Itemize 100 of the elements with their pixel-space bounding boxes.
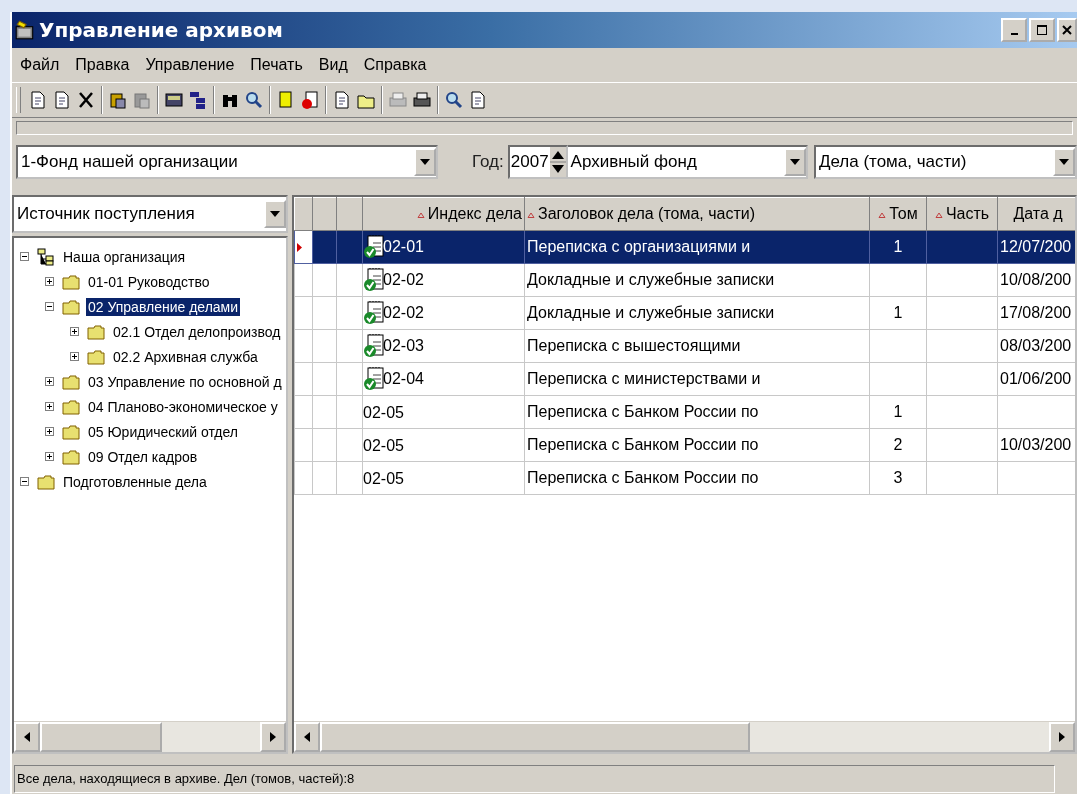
close-button[interactable]	[1057, 18, 1077, 42]
scroll-left-icon	[24, 732, 30, 742]
menu-item[interactable]: Управление	[145, 56, 235, 74]
table-row[interactable]: 02-01 Переписка с организациями и 1 12/07/200	[294, 230, 1075, 264]
tree-item[interactable]: 04 Планово-экономическое у	[86, 397, 280, 416]
tree-item[interactable]: 01-01 Руководство	[86, 272, 212, 291]
dropdown-arrow-icon	[1059, 159, 1069, 165]
tree-item[interactable]: 02.1 Отдел делопроизвод	[111, 322, 283, 341]
folder-icon	[87, 323, 105, 340]
table-cell: 02-03	[383, 337, 424, 354]
menu-item[interactable]: Справка	[363, 56, 427, 74]
tree-item[interactable]: 03 Управление по основной д	[86, 372, 284, 391]
table-row[interactable]: 02-05 Переписка с Банком России по 3	[294, 461, 1075, 495]
hierarchy-icon	[37, 247, 55, 266]
table-cell: 02-02	[383, 271, 424, 288]
minimize-icon	[1010, 33, 1018, 35]
dropdown-arrow-icon	[789, 159, 800, 165]
status-bar: Все дела, находящиеся в архиве. Дел (томов, частей):8	[14, 765, 1055, 793]
table-cell: 1	[893, 238, 903, 255]
table-cell: 10/03/200	[1000, 436, 1072, 453]
folder-icon	[62, 398, 80, 415]
expand-icon[interactable]	[45, 277, 54, 286]
column-header[interactable]: Индекс дела	[362, 197, 525, 231]
table-row[interactable]: 02-04 Переписка с министерствами и 01/06/200	[294, 362, 1075, 396]
folder-icon	[62, 423, 80, 440]
table-cell: 02-05	[363, 436, 404, 454]
folder-icon	[62, 448, 80, 465]
view-dropdown[interactable]: Дела (тома, части)	[813, 145, 1077, 179]
column-header[interactable]: Дата д	[997, 197, 1075, 231]
table-cell: 3	[893, 469, 903, 486]
table-cell: 1	[893, 304, 903, 321]
table-cell: Переписка с министерствами и	[527, 370, 761, 387]
table-cell: Переписка с Банком России по	[527, 403, 759, 420]
close-icon	[1061, 24, 1073, 36]
dropdown-arrow-icon	[419, 159, 430, 165]
collapse-icon[interactable]	[45, 302, 54, 311]
table-cell: Переписка с Банком России по	[527, 436, 759, 453]
fund-type-dropdown[interactable]: Архивный фонд	[567, 145, 808, 179]
table-cell: 12/07/200	[1000, 238, 1072, 255]
tree-item[interactable]: 02 Управление делами	[86, 297, 241, 316]
expand-icon[interactable]	[70, 352, 79, 361]
minimize-button[interactable]	[1001, 18, 1027, 42]
tree-item[interactable]: 05 Юридический отдел	[86, 422, 241, 441]
cabinet-icon	[14, 19, 36, 41]
table-cell: 08/03/200	[1000, 337, 1072, 354]
column-header[interactable]: Часть	[926, 197, 998, 231]
table-cell: 02-01	[383, 238, 424, 255]
folder-icon	[62, 373, 80, 390]
table-cell: 02-05	[363, 403, 404, 421]
table-cell: Докладные и служебные записки	[527, 271, 775, 288]
menu-item[interactable]: Печать	[250, 56, 303, 74]
tree-item[interactable]: Наша организация	[61, 247, 188, 266]
table-cell: Переписка с организациями и	[527, 238, 751, 255]
source-dropdown[interactable]: Источник поступления	[12, 195, 288, 233]
horizontal-scrollbar[interactable]	[14, 721, 286, 752]
collapse-icon[interactable]	[20, 252, 29, 261]
dropdown-arrow-icon	[270, 211, 280, 217]
table-cell: 02-04	[383, 370, 424, 387]
table-cell: 02-05	[363, 469, 404, 487]
expand-icon[interactable]	[45, 427, 54, 436]
table-cell: 10/08/200	[1000, 271, 1072, 288]
scroll-left-icon	[304, 732, 310, 742]
folder-icon	[62, 298, 80, 315]
column-header[interactable]: Заголовок дела (тома, части)	[524, 197, 870, 231]
expand-icon[interactable]	[45, 452, 54, 461]
table-cell: 01/06/200	[1000, 370, 1072, 387]
year-label: Год:	[471, 152, 504, 172]
menu-item[interactable]: Вид	[318, 56, 348, 74]
table-row[interactable]: 02-03 Переписка с вышестоящими 08/03/200	[294, 329, 1075, 363]
table-cell: Переписка с Банком России по	[527, 469, 759, 486]
table-cell: Переписка с вышестоящими	[527, 337, 741, 354]
table-row[interactable]: 02-02 Докладные и служебные записки 1 17/08/200	[294, 296, 1075, 330]
expand-icon[interactable]	[70, 327, 79, 336]
table-row[interactable]: 02-02 Докладные и служебные записки 10/08/200	[294, 263, 1075, 297]
folder-icon	[87, 348, 105, 365]
fund-dropdown[interactable]: 1-Фонд нашей организации	[16, 145, 438, 179]
table-cell: 02-02	[383, 304, 424, 321]
column-header[interactable]: Том	[869, 197, 927, 231]
current-row-icon	[297, 243, 302, 252]
table-cell: 1	[893, 403, 903, 420]
tree-item[interactable]: 09 Отдел кадров	[86, 447, 200, 466]
maximize-button[interactable]	[1029, 18, 1055, 42]
maximize-icon	[1036, 24, 1048, 36]
table-row[interactable]: 02-05 Переписка с Банком России по 1	[294, 395, 1075, 429]
scroll-right-icon	[1059, 732, 1065, 742]
menu-item[interactable]: Файл	[20, 56, 60, 74]
expand-icon[interactable]	[45, 402, 54, 411]
folder-icon	[37, 473, 55, 490]
window-title: Управление архивом	[39, 18, 283, 42]
collapse-icon[interactable]	[20, 477, 29, 486]
table-cell: 17/08/200	[1000, 304, 1072, 321]
table-cell: Докладные и служебные записки	[527, 304, 775, 321]
table-row[interactable]: 02-05 Переписка с Банком России по 2 10/03/200	[294, 428, 1075, 462]
tree-item[interactable]: Подготовленные дела	[61, 472, 209, 491]
tree-item[interactable]: 02.2 Архивная служба	[111, 347, 260, 366]
year-spinner[interactable]	[549, 147, 566, 177]
folder-icon	[62, 273, 80, 290]
horizontal-scrollbar[interactable]	[294, 721, 1075, 752]
expand-icon[interactable]	[45, 377, 54, 386]
menu-item[interactable]: Правка	[75, 56, 130, 74]
